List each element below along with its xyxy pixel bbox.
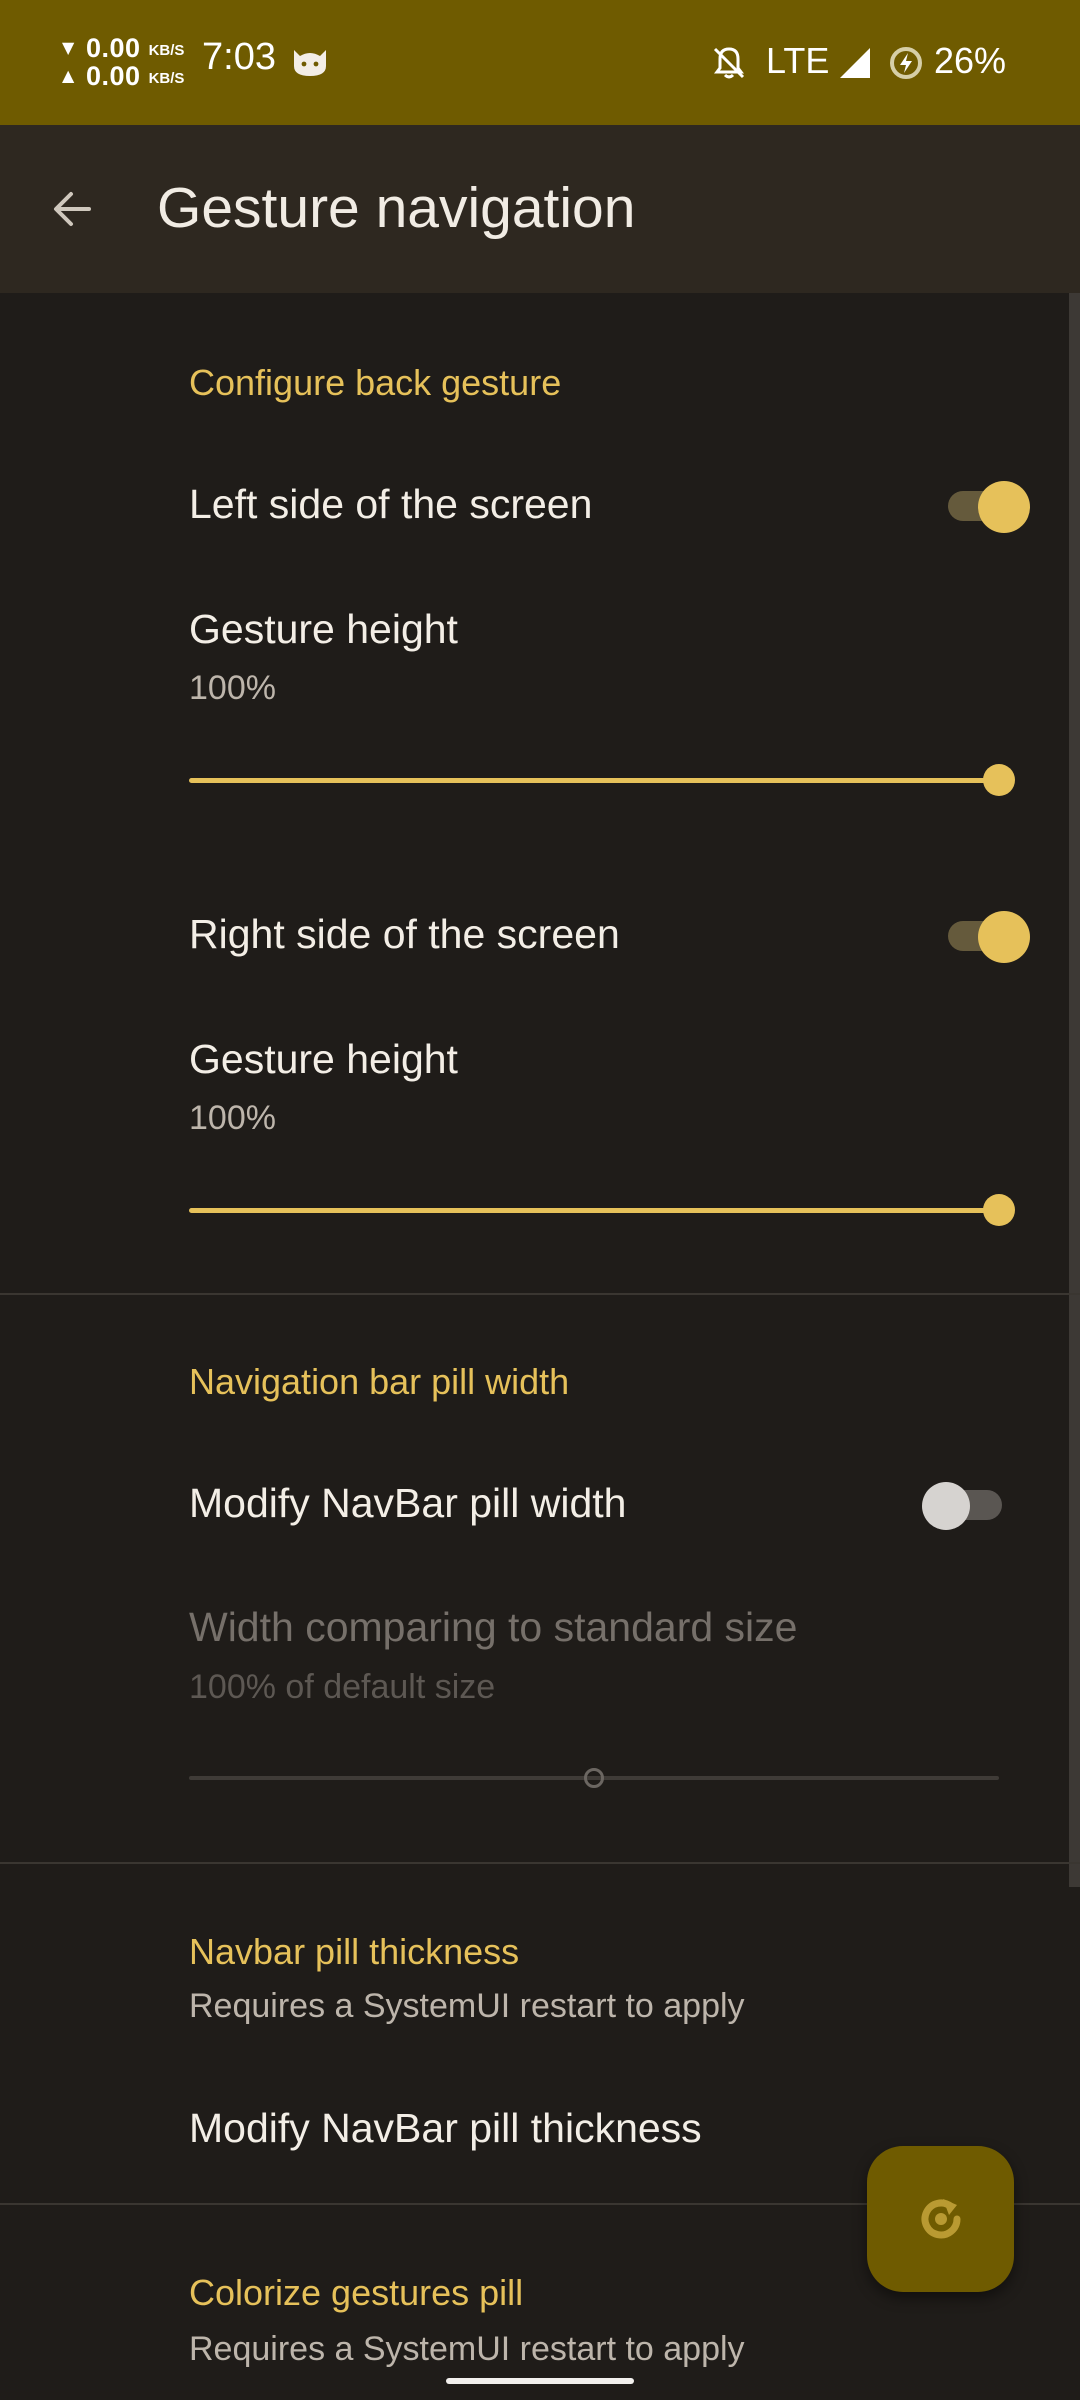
clock: 7:03 [202,36,276,78]
download-arrow-icon: ▼ [62,38,75,57]
pill-width-label: Width comparing to standard size [189,1604,798,1650]
slider-rail [189,1208,999,1213]
upload-arrow-icon: ▲ [62,66,75,85]
right-side-label[interactable]: Right side of the screen [189,911,620,958]
system-gesture-pill [446,2378,634,2384]
network-speed: ▼ 0.00 KB/S ▲ 0.00 KB/S [62,32,202,94]
net-down-unit: KB/S [148,41,185,59]
net-down-value: 0.00 [86,32,141,63]
net-up-value: 0.00 [86,60,141,91]
toggle-thumb [978,481,1030,533]
left-gesture-height-label: Gesture height [189,606,458,652]
toggle-thumb [922,1482,970,1530]
pill-thickness-subtitle: Requires a SystemUI restart to apply [189,1987,745,2025]
modify-pill-width-toggle[interactable] [922,1474,1012,1534]
scrollbar[interactable] [1069,293,1080,1887]
net-up-unit: KB/S [148,69,185,87]
slider-knob[interactable] [983,1194,1015,1226]
app-bar: Gesture navigation [0,125,1080,293]
slider-knob[interactable] [584,1768,604,1788]
pill-width-value: 100% of default size [189,1668,496,1706]
right-gesture-height-value: 100% [189,1099,276,1137]
section-header-pill-width: Navigation bar pill width [189,1361,570,1402]
restart-systemui-button[interactable] [867,2146,1014,2292]
back-button[interactable] [34,171,110,247]
right-gesture-height-slider[interactable] [189,1190,1015,1230]
toggle-thumb [978,911,1030,963]
slider-rail [189,778,999,783]
left-gesture-height-slider[interactable] [189,760,1015,800]
right-side-toggle[interactable] [940,905,1030,965]
cat-icon [294,50,326,76]
section-divider [0,1862,1080,1864]
arrow-back-icon [54,192,91,226]
modify-pill-width-label[interactable]: Modify NavBar pill width [189,1480,627,1527]
network-type: LTE [766,40,830,81]
right-gesture-height-label: Gesture height [189,1036,458,1082]
section-divider [0,1293,1080,1295]
battery-percent: 26% [934,40,1007,81]
bell-off-icon [713,47,745,79]
signal-icon [840,48,870,78]
battery-icon [890,47,922,79]
status-bar: ▼ 0.00 KB/S ▲ 0.00 KB/S 7:03 LTE 26% [0,0,1080,125]
left-side-label[interactable]: Left side of the screen [189,481,592,528]
section-header-back-gesture: Configure back gesture [189,362,562,403]
slider-knob[interactable] [983,764,1015,796]
section-header-colorize: Colorize gestures pill [189,2272,524,2313]
pill-width-slider[interactable] [189,1758,999,1798]
colorize-subtitle: Requires a SystemUI restart to apply [189,2330,745,2368]
restart-icon [921,2199,960,2239]
page-title: Gesture navigation [157,176,636,240]
left-side-toggle[interactable] [940,475,1030,535]
section-header-pill-thickness: Navbar pill thickness [189,1931,520,1972]
left-gesture-height-value: 100% [189,669,276,707]
modify-pill-thickness-label[interactable]: Modify NavBar pill thickness [189,2105,702,2152]
